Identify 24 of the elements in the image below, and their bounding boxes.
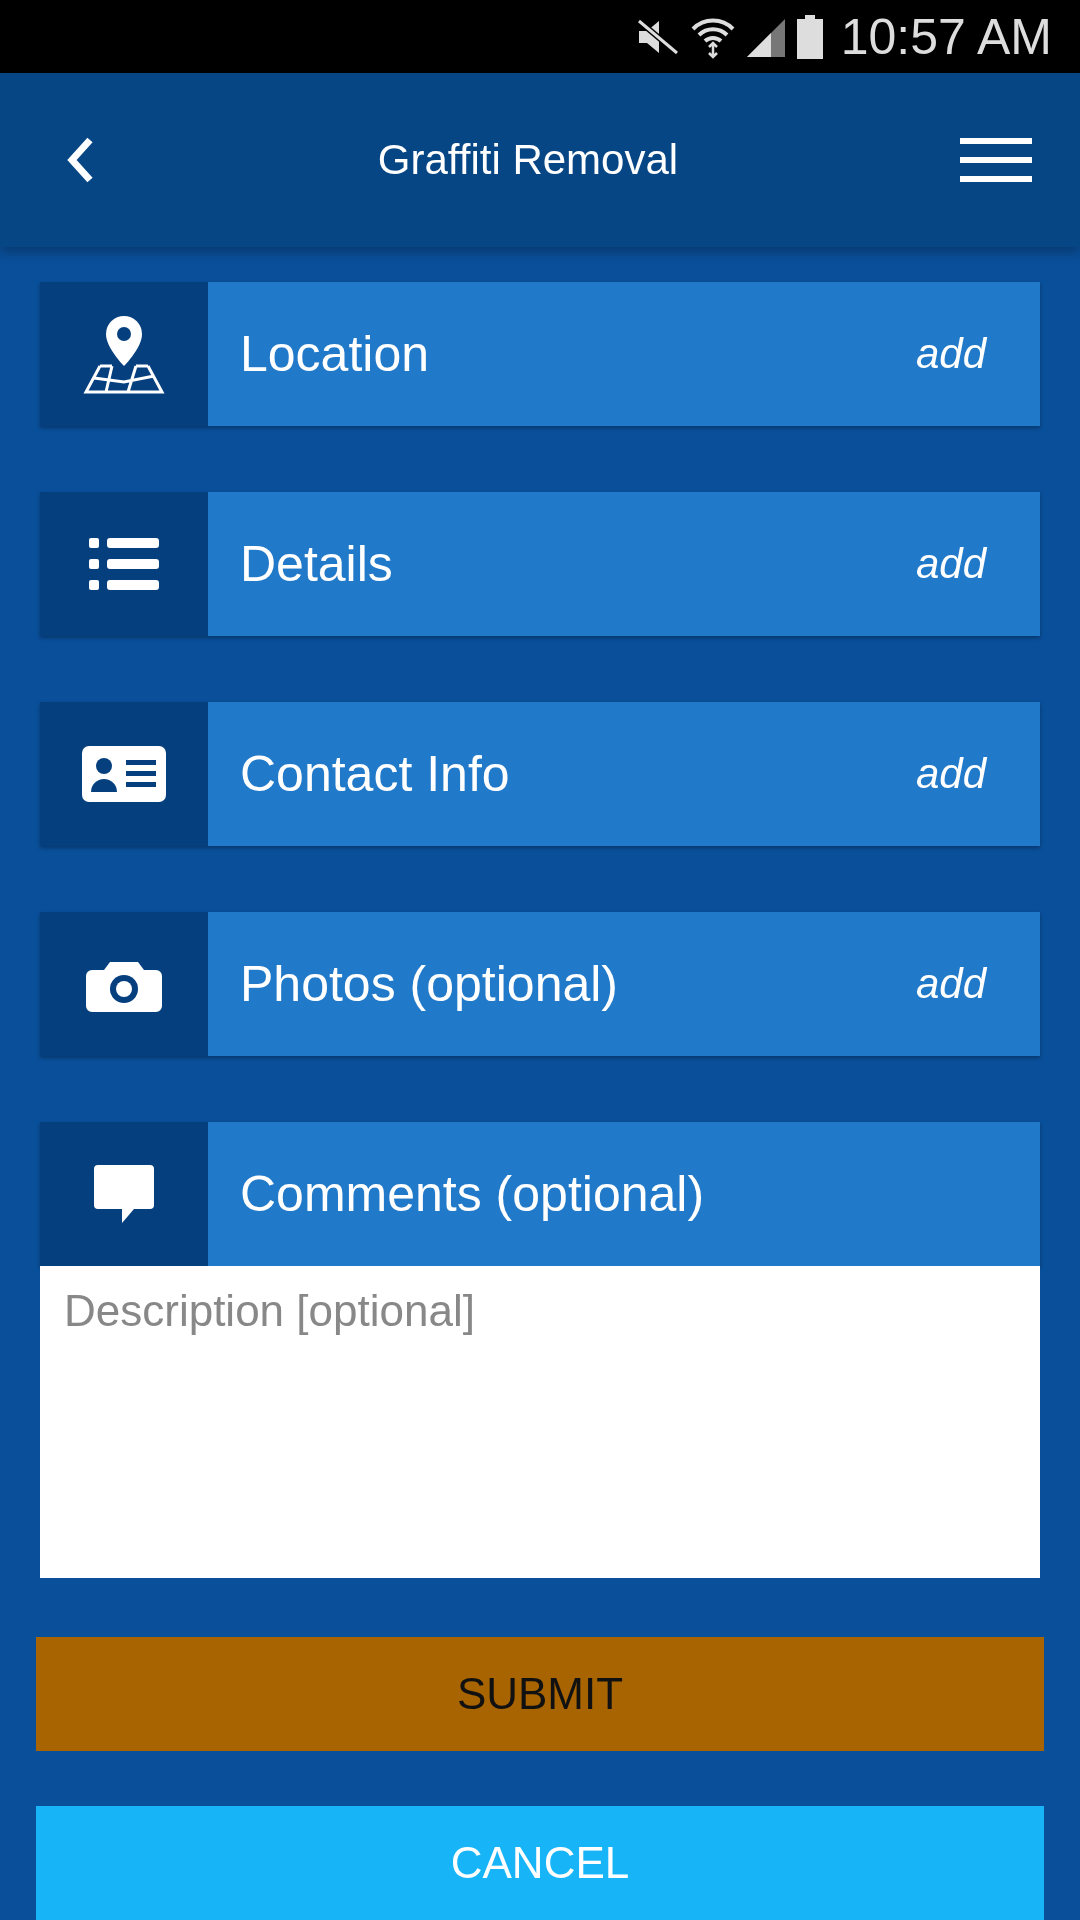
form-section-row[interactable]: Location add — [40, 282, 1040, 426]
form-section-row[interactable]: Details add — [40, 492, 1040, 636]
add-link[interactable]: add — [915, 960, 986, 1008]
status-time: 10:57 AM — [840, 7, 1052, 66]
submit-button[interactable]: SUBMIT — [36, 1637, 1044, 1751]
cancel-button[interactable]: CANCEL — [36, 1806, 1044, 1920]
list-icon — [89, 536, 159, 592]
add-link[interactable]: add — [915, 540, 986, 588]
add-link[interactable]: add — [915, 750, 986, 798]
section-label: Details — [240, 535, 394, 593]
menu-icon[interactable] — [960, 136, 1032, 185]
form-section-row[interactable]: Comments (optional) — [40, 1122, 1040, 1266]
section-label: Photos (optional) — [240, 955, 619, 1013]
section-label: Location — [240, 325, 431, 383]
speech-bubble-icon — [94, 1165, 154, 1223]
screen-title: Graffiti Removal — [377, 136, 679, 185]
battery-icon — [796, 14, 823, 59]
form-section-row[interactable]: Contact Info add — [40, 702, 1040, 846]
contact-card-icon — [82, 746, 166, 802]
form-section-row[interactable]: Photos (optional) add — [40, 912, 1040, 1056]
section-label: Comments (optional) — [240, 1165, 706, 1223]
add-link[interactable]: add — [915, 330, 986, 378]
description-field[interactable]: Description [optional] — [40, 1266, 1040, 1578]
section-label: Contact Info — [240, 745, 511, 803]
